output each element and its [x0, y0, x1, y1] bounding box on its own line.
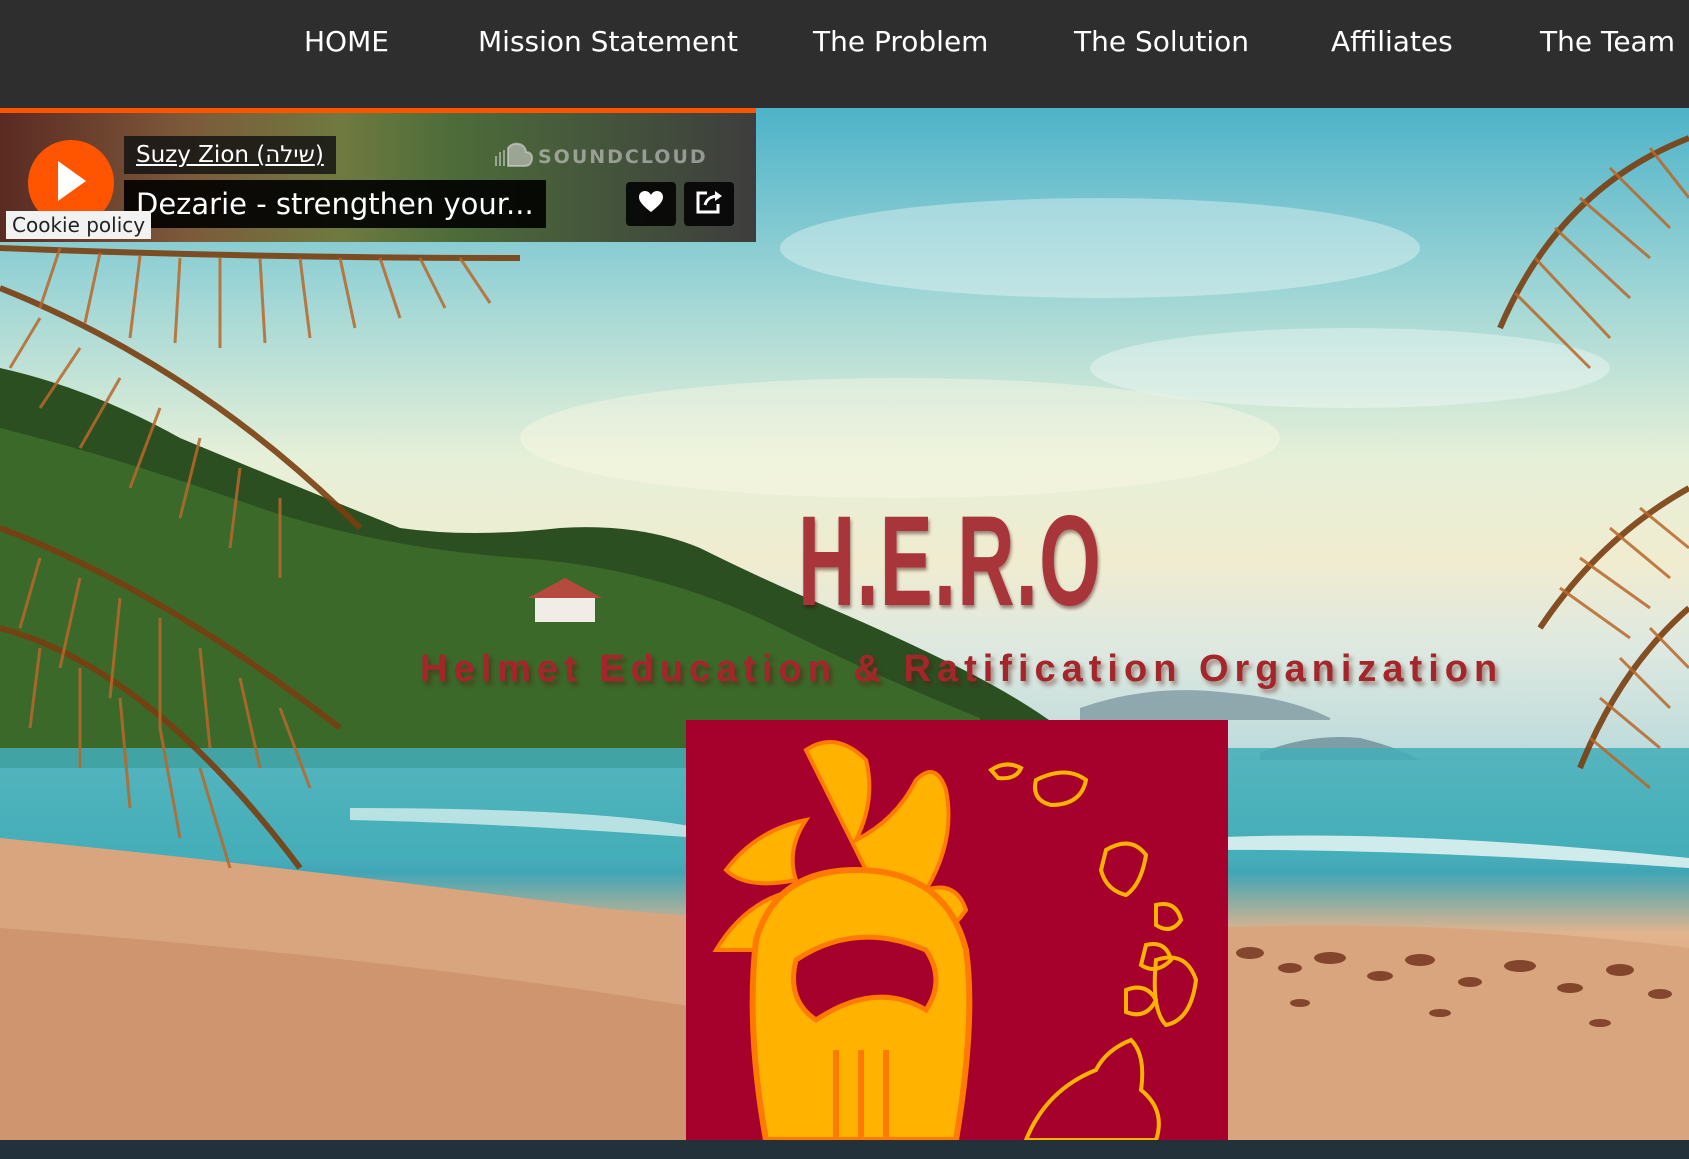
hero-logo: [686, 720, 1228, 1143]
play-icon: [54, 159, 88, 207]
soundcloud-cloud-icon: [490, 142, 534, 173]
like-button[interactable]: [626, 182, 676, 226]
helmet-islands-logo-icon: [712, 740, 1199, 1143]
nav-the-solution[interactable]: The Solution: [1074, 22, 1249, 62]
soundcloud-logo[interactable]: SOUNDCLOUD: [495, 142, 708, 168]
share-button[interactable]: [684, 182, 734, 226]
soundcloud-artist-link[interactable]: Suzy Zion (שילה): [124, 136, 336, 174]
soundcloud-progress-bar[interactable]: [0, 108, 756, 113]
nav-affiliates[interactable]: Affiliates: [1331, 22, 1453, 62]
page-title: H.E.R.O: [797, 490, 1103, 633]
top-navigation: HOME Mission Statement The Problem The S…: [0, 0, 1689, 108]
nav-home[interactable]: HOME: [304, 22, 389, 62]
footer-strip: [0, 1140, 1689, 1159]
page-subtitle: Helmet Education & Ratification Organiza…: [420, 648, 1504, 690]
cookie-policy-link[interactable]: Cookie policy: [6, 211, 152, 239]
share-icon: [695, 189, 723, 219]
nav-the-team[interactable]: The Team: [1540, 22, 1675, 62]
soundcloud-track-title[interactable]: Dezarie - strengthen your...: [124, 180, 546, 228]
nav-mission-statement[interactable]: Mission Statement: [478, 22, 738, 62]
soundcloud-brand-text: SOUNDCLOUD: [538, 146, 708, 168]
heart-icon: [638, 190, 664, 218]
nav-the-problem[interactable]: The Problem: [813, 22, 988, 62]
